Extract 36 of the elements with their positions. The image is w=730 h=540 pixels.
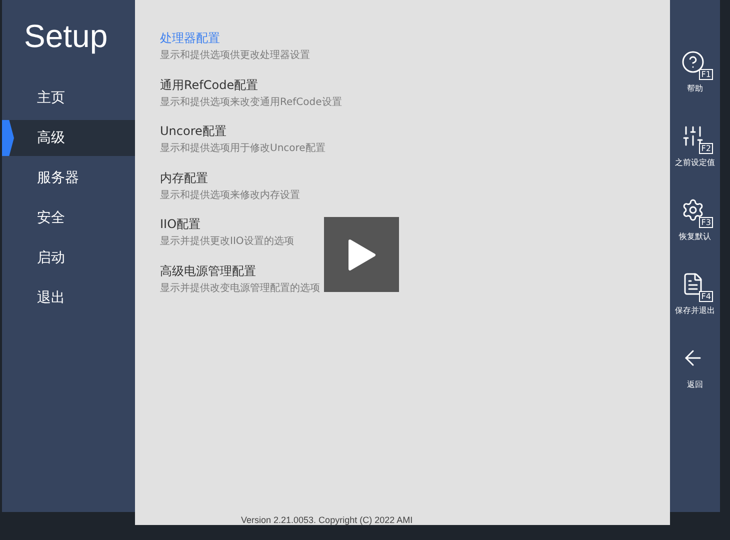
action-label: 恢复默认: [679, 232, 711, 242]
key-badge: F3: [699, 217, 713, 228]
key-badge: F2: [699, 143, 713, 154]
play-icon: [348, 238, 376, 270]
setup-title: Setup: [24, 20, 109, 52]
action-button[interactable]: F4 保存并退出: [670, 272, 720, 346]
key-badge: F1: [699, 69, 713, 80]
action-label: 返回: [687, 380, 703, 390]
action-button[interactable]: F2 之前设定值: [670, 124, 720, 198]
menu-item-description: 显示和提供选项来修改内存设置: [160, 188, 301, 202]
sidebar-item[interactable]: 服务器: [2, 160, 135, 196]
menu-item-description: 显示和提供选项供更改处理器设置: [160, 49, 311, 63]
menu-item[interactable]: Uncore配置: [160, 123, 226, 139]
key-badge: F4: [699, 291, 713, 302]
menu-item[interactable]: 高级电源管理配置: [160, 262, 256, 278]
menu-item-description: 显示和提供选项用于修改Uncore配置: [160, 142, 326, 156]
selection-marker-icon: [2, 120, 14, 156]
action-label: 保存并退出: [675, 306, 715, 316]
menu-item[interactable]: 内存配置: [160, 170, 208, 186]
menu-item[interactable]: 通用RefCode配置: [160, 76, 258, 92]
menu-item-description: 显示并提供改变电源管理配置的选项: [160, 282, 321, 296]
action-button[interactable]: F1 帮助: [670, 50, 720, 124]
menu-item-description: 显示并提供更改IIO设置的选项: [160, 235, 295, 249]
play-button[interactable]: [324, 217, 399, 292]
sidebar-item[interactable]: 退出: [2, 280, 135, 316]
sidebar-item[interactable]: 高级: [2, 120, 135, 156]
action-button[interactable]: F3 恢复默认: [670, 198, 720, 272]
menu-item[interactable]: IIO配置: [160, 216, 201, 232]
action-label: 帮助: [687, 84, 703, 94]
menu-item-description: 显示和提供选项来改变通用RefCode设置: [160, 96, 343, 110]
sidebar-item[interactable]: 主页: [2, 80, 135, 116]
version-text: Version 2.21.0053. Copyright (C) 2022 AMI: [241, 514, 413, 526]
action-label: 之前设定值: [675, 158, 715, 168]
sidebar-item[interactable]: 安全: [2, 200, 135, 236]
sidebar-item[interactable]: 启动: [2, 240, 135, 276]
action-button[interactable]: 返回: [670, 346, 720, 420]
